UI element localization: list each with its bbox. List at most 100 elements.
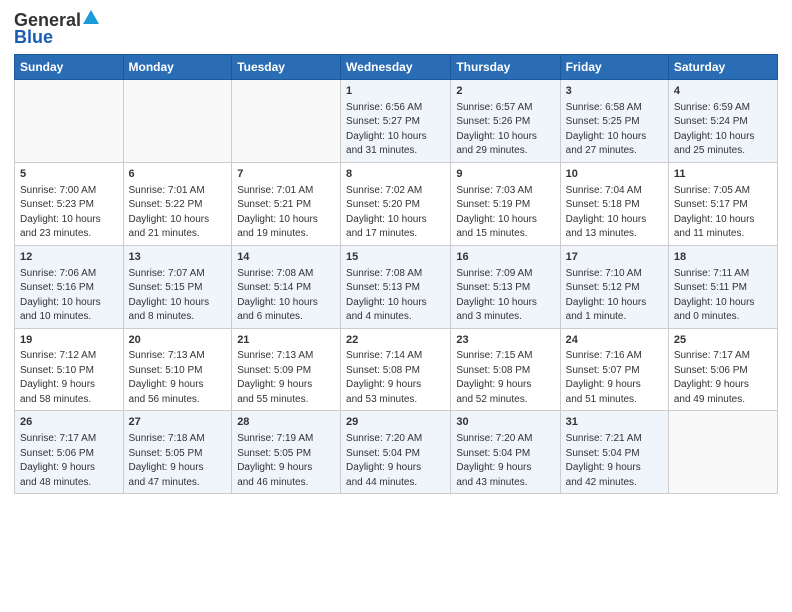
logo: General Blue — [14, 10, 99, 48]
day-detail: Sunrise: 7:17 AM Sunset: 5:06 PM Dayligh… — [674, 350, 750, 405]
calendar-cell: 6 Sunrise: 7:01 AM Sunset: 5:22 PM Daylig… — [123, 162, 232, 245]
day-detail: Sunrise: 7:15 AM Sunset: 5:08 PM Dayligh… — [456, 350, 532, 405]
calendar-cell: 29 Sunrise: 7:20 AM Sunset: 5:04 PM Dayli… — [341, 411, 451, 494]
calendar-cell: 9 Sunrise: 7:03 AM Sunset: 5:19 PM Daylig… — [451, 162, 560, 245]
day-number: 30 — [456, 415, 554, 430]
day-number: 27 — [129, 415, 227, 430]
day-detail: Sunrise: 7:03 AM Sunset: 5:19 PM Dayligh… — [456, 185, 537, 240]
day-number: 10 — [566, 167, 663, 182]
day-number: 14 — [237, 250, 335, 265]
day-number: 16 — [456, 250, 554, 265]
day-detail: Sunrise: 7:17 AM Sunset: 5:06 PM Dayligh… — [20, 433, 96, 488]
day-number: 18 — [674, 250, 772, 265]
day-number: 11 — [674, 167, 772, 182]
calendar-cell: 17 Sunrise: 7:10 AM Sunset: 5:12 PM Dayli… — [560, 245, 668, 328]
day-number: 29 — [346, 415, 445, 430]
calendar-cell: 27 Sunrise: 7:18 AM Sunset: 5:05 PM Dayli… — [123, 411, 232, 494]
calendar-cell: 10 Sunrise: 7:04 AM Sunset: 5:18 PM Dayli… — [560, 162, 668, 245]
calendar-cell — [15, 80, 124, 163]
day-detail: Sunrise: 7:06 AM Sunset: 5:16 PM Dayligh… — [20, 268, 101, 323]
calendar-cell: 24Sunrise: 7:16 AM Sunset: 5:07 PM Dayli… — [560, 328, 668, 411]
col-header-sunday: Sunday — [15, 55, 124, 80]
day-detail: Sunrise: 6:59 AM Sunset: 5:24 PM Dayligh… — [674, 102, 755, 157]
day-detail: Sunrise: 7:21 AM Sunset: 5:04 PM Dayligh… — [566, 433, 642, 488]
day-detail: Sunrise: 6:57 AM Sunset: 5:26 PM Dayligh… — [456, 102, 537, 157]
calendar-cell: 14Sunrise: 7:08 AM Sunset: 5:14 PM Dayli… — [232, 245, 341, 328]
day-detail: Sunrise: 7:13 AM Sunset: 5:09 PM Dayligh… — [237, 350, 313, 405]
day-number: 6 — [129, 167, 227, 182]
calendar-cell: 20 Sunrise: 7:13 AM Sunset: 5:10 PM Dayli… — [123, 328, 232, 411]
day-number: 21 — [237, 333, 335, 348]
day-detail: Sunrise: 7:04 AM Sunset: 5:18 PM Dayligh… — [566, 185, 647, 240]
day-number: 13 — [129, 250, 227, 265]
day-detail: Sunrise: 7:19 AM Sunset: 5:05 PM Dayligh… — [237, 433, 313, 488]
day-number: 17 — [566, 250, 663, 265]
day-detail: Sunrise: 7:13 AM Sunset: 5:10 PM Dayligh… — [129, 350, 205, 405]
calendar-cell: 25 Sunrise: 7:17 AM Sunset: 5:06 PM Dayli… — [668, 328, 777, 411]
week-row-2: 5 Sunrise: 7:00 AM Sunset: 5:23 PM Daylig… — [15, 162, 778, 245]
col-header-saturday: Saturday — [668, 55, 777, 80]
calendar-cell: 30 Sunrise: 7:20 AM Sunset: 5:04 PM Dayli… — [451, 411, 560, 494]
day-detail: Sunrise: 7:18 AM Sunset: 5:05 PM Dayligh… — [129, 433, 205, 488]
day-number: 9 — [456, 167, 554, 182]
week-row-4: 19Sunrise: 7:12 AM Sunset: 5:10 PM Dayli… — [15, 328, 778, 411]
day-number: 20 — [129, 333, 227, 348]
day-detail: Sunrise: 7:09 AM Sunset: 5:13 PM Dayligh… — [456, 268, 537, 323]
day-detail: Sunrise: 7:20 AM Sunset: 5:04 PM Dayligh… — [456, 433, 532, 488]
day-detail: Sunrise: 7:01 AM Sunset: 5:21 PM Dayligh… — [237, 185, 318, 240]
day-detail: Sunrise: 7:12 AM Sunset: 5:10 PM Dayligh… — [20, 350, 96, 405]
day-detail: Sunrise: 7:11 AM Sunset: 5:11 PM Dayligh… — [674, 268, 755, 323]
calendar-cell: 2Sunrise: 6:57 AM Sunset: 5:26 PM Daylig… — [451, 80, 560, 163]
calendar-cell: 1 Sunrise: 6:56 AM Sunset: 5:27 PM Daylig… — [341, 80, 451, 163]
day-number: 1 — [346, 84, 445, 99]
day-number: 4 — [674, 84, 772, 99]
day-detail: Sunrise: 7:08 AM Sunset: 5:13 PM Dayligh… — [346, 268, 427, 323]
day-detail: Sunrise: 6:56 AM Sunset: 5:27 PM Dayligh… — [346, 102, 427, 157]
day-number: 26 — [20, 415, 118, 430]
day-detail: Sunrise: 6:58 AM Sunset: 5:25 PM Dayligh… — [566, 102, 647, 157]
calendar-cell — [668, 411, 777, 494]
calendar-cell: 7 Sunrise: 7:01 AM Sunset: 5:21 PM Daylig… — [232, 162, 341, 245]
day-number: 8 — [346, 167, 445, 182]
day-number: 7 — [237, 167, 335, 182]
col-header-monday: Monday — [123, 55, 232, 80]
day-number: 23 — [456, 333, 554, 348]
calendar-cell: 12 Sunrise: 7:06 AM Sunset: 5:16 PM Dayli… — [15, 245, 124, 328]
day-detail: Sunrise: 7:20 AM Sunset: 5:04 PM Dayligh… — [346, 433, 422, 488]
logo-triangle-icon — [83, 10, 99, 29]
day-detail: Sunrise: 7:00 AM Sunset: 5:23 PM Dayligh… — [20, 185, 101, 240]
calendar-cell: 21 Sunrise: 7:13 AM Sunset: 5:09 PM Dayli… — [232, 328, 341, 411]
day-number: 12 — [20, 250, 118, 265]
header: General Blue — [14, 10, 778, 48]
day-number: 5 — [20, 167, 118, 182]
calendar-cell — [123, 80, 232, 163]
day-detail: Sunrise: 7:07 AM Sunset: 5:15 PM Dayligh… — [129, 268, 210, 323]
day-detail: Sunrise: 7:10 AM Sunset: 5:12 PM Dayligh… — [566, 268, 647, 323]
calendar-table: SundayMondayTuesdayWednesdayThursdayFrid… — [14, 54, 778, 494]
day-number: 25 — [674, 333, 772, 348]
col-header-thursday: Thursday — [451, 55, 560, 80]
day-detail: Sunrise: 7:01 AM Sunset: 5:22 PM Dayligh… — [129, 185, 210, 240]
logo-blue-text: Blue — [14, 27, 53, 48]
col-header-friday: Friday — [560, 55, 668, 80]
calendar-cell: 11 Sunrise: 7:05 AM Sunset: 5:17 PM Dayli… — [668, 162, 777, 245]
calendar-cell: 16 Sunrise: 7:09 AM Sunset: 5:13 PM Dayli… — [451, 245, 560, 328]
calendar-cell: 18 Sunrise: 7:11 AM Sunset: 5:11 PM Dayli… — [668, 245, 777, 328]
day-detail: Sunrise: 7:05 AM Sunset: 5:17 PM Dayligh… — [674, 185, 755, 240]
calendar-cell: 5 Sunrise: 7:00 AM Sunset: 5:23 PM Daylig… — [15, 162, 124, 245]
calendar-cell: 3 Sunrise: 6:58 AM Sunset: 5:25 PM Daylig… — [560, 80, 668, 163]
calendar-cell: 23 Sunrise: 7:15 AM Sunset: 5:08 PM Dayli… — [451, 328, 560, 411]
calendar-cell: 26 Sunrise: 7:17 AM Sunset: 5:06 PM Dayli… — [15, 411, 124, 494]
calendar-cell: 19Sunrise: 7:12 AM Sunset: 5:10 PM Dayli… — [15, 328, 124, 411]
week-row-3: 12 Sunrise: 7:06 AM Sunset: 5:16 PM Dayli… — [15, 245, 778, 328]
page: General Blue SundayMondayTuesdayWednesda… — [0, 0, 792, 612]
day-number: 22 — [346, 333, 445, 348]
day-detail: Sunrise: 7:16 AM Sunset: 5:07 PM Dayligh… — [566, 350, 642, 405]
col-header-wednesday: Wednesday — [341, 55, 451, 80]
day-number: 28 — [237, 415, 335, 430]
day-number: 3 — [566, 84, 663, 99]
calendar-cell: 13 Sunrise: 7:07 AM Sunset: 5:15 PM Dayli… — [123, 245, 232, 328]
day-detail: Sunrise: 7:14 AM Sunset: 5:08 PM Dayligh… — [346, 350, 422, 405]
day-number: 15 — [346, 250, 445, 265]
calendar-cell: 8Sunrise: 7:02 AM Sunset: 5:20 PM Daylig… — [341, 162, 451, 245]
